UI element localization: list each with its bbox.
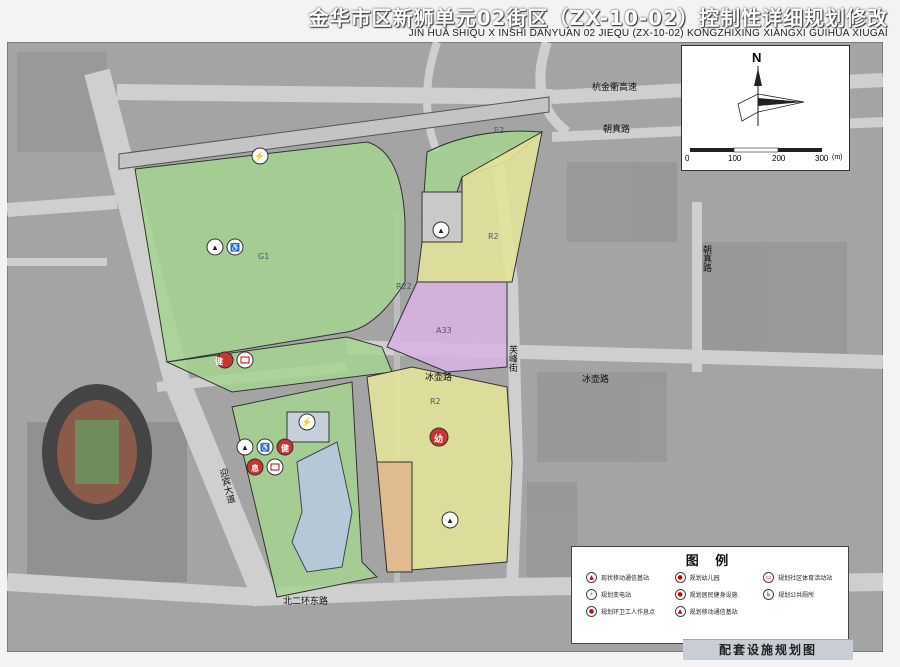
icon-substation-north: ⚡ bbox=[251, 147, 269, 165]
legend-item: ● 规划环卫工人作息点 bbox=[578, 606, 667, 617]
sports-station-icon: ▭ bbox=[763, 572, 775, 583]
legend-item: ▭ 规划社区体育活动站 bbox=[755, 572, 844, 583]
legend-row: ▲ 现状移动通信基站 ● 规划幼儿园 ▭ 规划社区体育活动站 bbox=[578, 569, 844, 586]
svg-text:⚡: ⚡ bbox=[301, 416, 312, 428]
road-label-binghu-right: 冰壶路 bbox=[582, 375, 610, 385]
icon-telecom-e2: ▲ bbox=[432, 221, 450, 239]
svg-text:♿: ♿ bbox=[260, 442, 270, 452]
legend-item: ▲ 现状移动通信基站 bbox=[578, 572, 667, 583]
kindergarten-icon: ● bbox=[674, 572, 686, 583]
scale-tick-100: 100 bbox=[728, 154, 742, 163]
icon-sports-south bbox=[266, 458, 284, 476]
scale-unit: (m) bbox=[832, 154, 843, 161]
icon-toilet-g1: ♿ bbox=[226, 238, 244, 256]
road-label-furong: 芙峰街 bbox=[507, 345, 517, 372]
legend-panel: 图 例 ▲ 现状移动通信基站 ● 规划幼儿园 ▭ 规划社区体育活动站 ⚡ 规划变电站 ●… bbox=[571, 546, 849, 644]
map-char-rest: 息 bbox=[251, 464, 259, 473]
scale-tick-200: 200 bbox=[772, 154, 786, 163]
map-char-kindergarten: 幼 bbox=[434, 435, 444, 445]
wind-rose-icon bbox=[690, 66, 822, 153]
legend-grid: ▲ 现状移动通信基站 ● 规划幼儿园 ▭ 规划社区体育活动站 ⚡ 规划变电站 ● 规划居民… bbox=[578, 569, 844, 620]
map-sheet: 金华市区新狮单元02街区（ZX-10-02）控制性详细规划修改 JIN HUA … bbox=[0, 0, 900, 667]
icon-sports-g1 bbox=[236, 351, 254, 369]
icon-telecom-g1: ▲ bbox=[206, 238, 224, 256]
parcel-code-r2-b: R2 bbox=[430, 397, 441, 406]
road-label-expressway: 杭金衢高速 bbox=[592, 83, 638, 93]
legend-row: ⚡ 规划变电站 ● 规划居民健身设施 ♿ 规划公共厕所 bbox=[578, 586, 844, 603]
parcel-code-g1: G1 bbox=[258, 252, 270, 261]
svg-text:▲: ▲ bbox=[241, 443, 249, 452]
legend-item: ● 规划幼儿园 bbox=[667, 572, 756, 583]
scale-tick-300: 300 bbox=[815, 154, 829, 163]
parcel-code-a33: A33 bbox=[436, 326, 452, 335]
map-char-fitness-south: 健 bbox=[281, 444, 289, 453]
legend-item: ⚡ 规划变电站 bbox=[578, 589, 667, 600]
road-label-chaozhen-top: 朝真路 bbox=[603, 125, 631, 135]
planned-telecom-icon: ▲ bbox=[674, 606, 686, 617]
road-label-chaozhen-right: 朝真路 bbox=[701, 245, 711, 272]
map-char-fitness-g1: 健 bbox=[215, 357, 223, 366]
footer-title: 配套设施规划图 bbox=[718, 643, 817, 657]
icon-toilet-south: ♿ bbox=[256, 438, 274, 456]
road-label-binghu-left: 冰壶路 bbox=[425, 373, 453, 383]
footer-caption: 配套设施规划图 bbox=[683, 639, 853, 660]
svg-text:▲: ▲ bbox=[437, 226, 445, 235]
legend-item: ♿ 规划公共厕所 bbox=[755, 589, 844, 600]
svg-text:▲: ▲ bbox=[211, 243, 219, 252]
telecom-icon: ▲ bbox=[586, 572, 597, 583]
legend-row: ● 规划环卫工人作息点 ▲ 规划移动通信基站 bbox=[578, 603, 844, 620]
parcel-code-r2-a: R2 bbox=[488, 232, 499, 241]
svg-text:⚡: ⚡ bbox=[254, 150, 265, 162]
parcel-code-r22: R22 bbox=[396, 282, 412, 291]
page-title: 金华市区新狮单元02街区（ZX-10-02）控制性详细规划修改 bbox=[308, 6, 888, 30]
compass-panel: N 0 100 200 300 (m) bbox=[681, 45, 850, 171]
stadium bbox=[42, 384, 152, 520]
page-subtitle: JIN HUA SHIQU X INSHI DANYUAN 02 JIEQU (… bbox=[408, 28, 888, 39]
icon-substation-south: ⚡ bbox=[298, 413, 316, 431]
legend-title: 图 例 bbox=[685, 554, 735, 569]
icon-telecom-r2: ▲ bbox=[441, 511, 459, 529]
parcel-code-e2: E2 bbox=[494, 126, 505, 135]
substation-icon: ⚡ bbox=[586, 589, 597, 600]
legend-item: ▲ 规划移动通信基站 bbox=[667, 606, 756, 617]
toilet-icon: ♿ bbox=[763, 589, 775, 600]
scale-tick-0: 0 bbox=[685, 154, 690, 163]
legend-item: ● 规划居民健身设施 bbox=[667, 589, 756, 600]
road-label-beierhuan: 北二环东路 bbox=[283, 597, 329, 607]
fitness-icon: ● bbox=[674, 589, 686, 600]
svg-text:▲: ▲ bbox=[446, 516, 454, 525]
icon-telecom-south: ▲ bbox=[236, 438, 254, 456]
rest-point-icon: ● bbox=[586, 606, 597, 617]
svg-text:♿: ♿ bbox=[230, 242, 240, 252]
